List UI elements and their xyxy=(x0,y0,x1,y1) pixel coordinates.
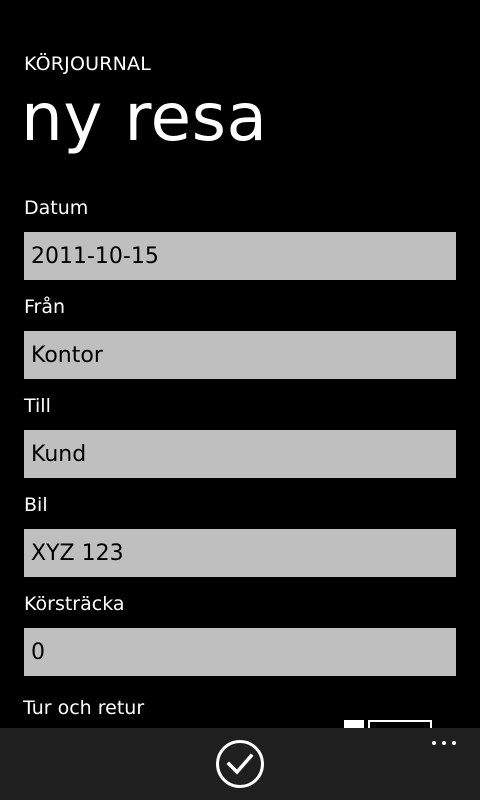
app-bar xyxy=(0,728,480,800)
more-button[interactable] xyxy=(424,732,464,756)
from-value: Kontor xyxy=(31,342,103,368)
distance-value: 0 xyxy=(31,639,45,665)
date-label: Datum xyxy=(24,197,89,219)
toggle-thumb xyxy=(344,720,364,728)
from-label: Från xyxy=(24,296,66,318)
date-value: 2011-10-15 xyxy=(31,243,159,269)
check-icon xyxy=(226,753,254,775)
page-title: ny resa xyxy=(21,79,268,156)
date-field[interactable]: 2011-10-15 xyxy=(24,232,456,280)
distance-label: Körsträcka xyxy=(24,593,125,615)
car-value: XYZ 123 xyxy=(31,540,124,566)
to-value: Kund xyxy=(31,441,87,467)
round-trip-label: Tur och retur xyxy=(23,697,145,719)
app-title: KÖRJOURNAL xyxy=(24,53,152,75)
car-field[interactable]: XYZ 123 xyxy=(24,529,456,577)
car-label: Bil xyxy=(24,494,48,516)
toggle-track xyxy=(368,720,432,728)
app-screen: KÖRJOURNAL ny resa Datum 2011-10-15 Från… xyxy=(0,0,480,800)
to-label: Till xyxy=(24,395,51,417)
distance-field[interactable]: 0 xyxy=(24,628,456,676)
save-button[interactable] xyxy=(216,740,264,788)
to-field[interactable]: Kund xyxy=(24,430,456,478)
from-field[interactable]: Kontor xyxy=(24,331,456,379)
